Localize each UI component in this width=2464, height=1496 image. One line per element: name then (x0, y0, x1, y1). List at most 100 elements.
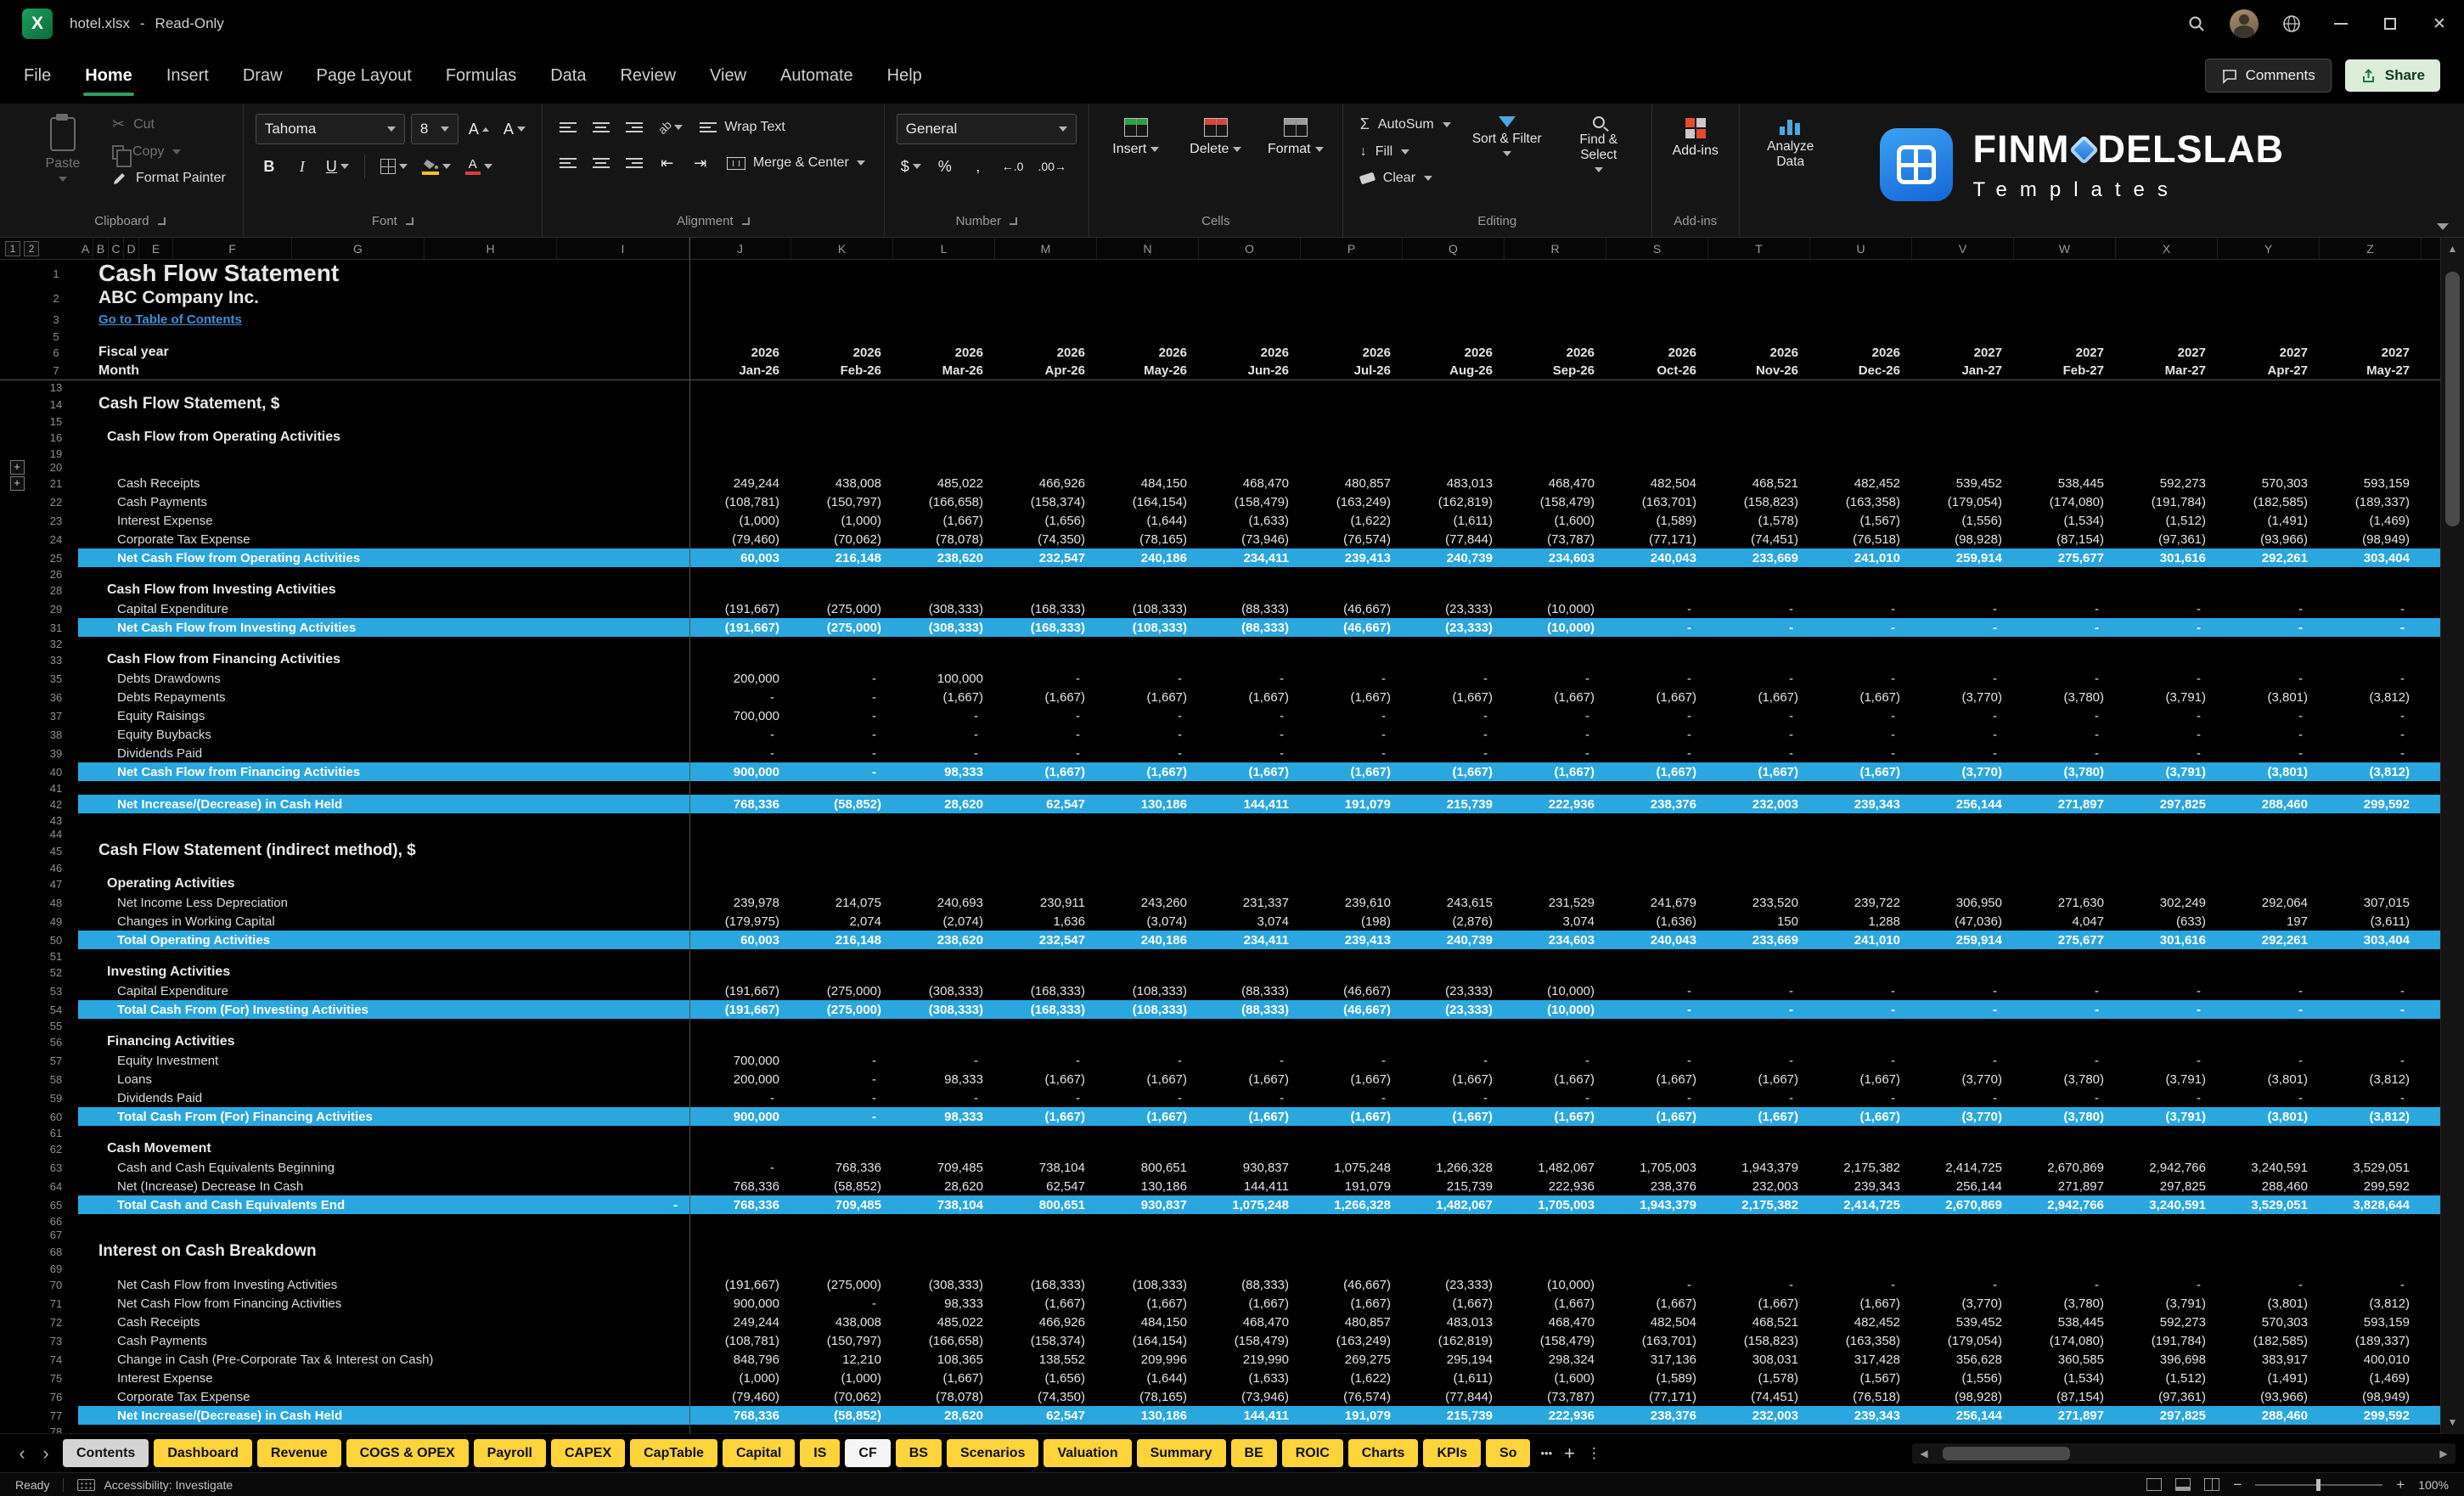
cell[interactable]: (77,171) (1606, 530, 1708, 548)
cell[interactable]: (3,611) (2320, 912, 2422, 931)
cell[interactable]: (3,780) (2014, 1107, 2116, 1126)
cell[interactable]: (1,512) (2116, 511, 2218, 530)
cell[interactable]: (1,667) (1097, 762, 1199, 781)
zoom-out-button[interactable]: − (2233, 1476, 2242, 1493)
cell[interactable]: - (791, 744, 893, 762)
cell[interactable]: 468,470 (1505, 1313, 1606, 1331)
cell[interactable]: (1,667) (1097, 1107, 1199, 1126)
cell[interactable]: (1,667) (1708, 1107, 1810, 1126)
cell[interactable]: 288,460 (2218, 1177, 2320, 1195)
cell[interactable]: (1,667) (1810, 688, 1912, 706)
cell-label[interactable]: Net Income Less Depreciation (78, 893, 689, 912)
cell[interactable]: - (1199, 725, 1301, 744)
cell-label[interactable]: Go to Table of Contents (78, 309, 689, 329)
cell[interactable]: (3,801) (2218, 1294, 2320, 1313)
cell[interactable]: (275,000) (791, 1000, 893, 1019)
cell[interactable]: 234,603 (1505, 931, 1606, 949)
cell[interactable]: (10,000) (1505, 1000, 1606, 1019)
row-number-69[interactable]: 69 (34, 1263, 78, 1275)
cell[interactable]: (158,479) (1505, 1331, 1606, 1350)
cell[interactable]: - (2116, 744, 2218, 762)
cell[interactable]: (70,062) (791, 1387, 893, 1406)
cell-label[interactable] (78, 567, 689, 581)
comments-button[interactable]: Comments (2204, 59, 2332, 93)
cell[interactable]: 2026 (893, 343, 995, 362)
font-size-select[interactable]: 8 (410, 114, 458, 144)
column-header-D[interactable]: D (124, 238, 139, 259)
cell[interactable]: 483,013 (1403, 1313, 1505, 1331)
menu-data[interactable]: Data (550, 48, 586, 104)
cell[interactable]: (150,797) (791, 1331, 893, 1350)
cell[interactable]: (73,787) (1505, 530, 1606, 548)
cell[interactable]: 243,615 (1403, 893, 1505, 912)
cell[interactable]: - (2014, 1000, 2116, 1019)
cell[interactable]: (1,578) (1708, 1369, 1810, 1387)
cell[interactable]: 4,047 (2014, 912, 2116, 931)
cell-label[interactable]: Financing Activities (78, 1032, 689, 1051)
cell[interactable]: - (1606, 981, 1708, 1000)
sheet-tab-valuation[interactable]: Valuation (1044, 1439, 1132, 1467)
cell[interactable]: (1,556) (1912, 1369, 2014, 1387)
sheet-tab-is[interactable]: IS (800, 1439, 841, 1467)
tab-scroll-left-button[interactable]: ‹ (10, 1443, 34, 1465)
orientation-button[interactable]: ab (654, 114, 688, 141)
cell[interactable]: (158,374) (995, 492, 1097, 511)
cell[interactable]: 592,273 (2116, 1313, 2218, 1331)
cell[interactable]: (1,667) (1403, 1070, 1505, 1088)
cell-label[interactable] (78, 1228, 689, 1241)
cell-label[interactable]: Net (Increase) Decrease In Cash (78, 1177, 689, 1195)
row-number-14[interactable]: 14 (34, 398, 78, 411)
cell-label[interactable]: Cash Flow Statement (78, 260, 689, 287)
cell[interactable]: - (1097, 706, 1199, 725)
font-color-button[interactable]: A (461, 153, 497, 180)
cell[interactable]: 468,470 (1199, 474, 1301, 492)
cell[interactable]: (1,589) (1606, 511, 1708, 530)
cell[interactable]: (3,791) (2116, 1294, 2218, 1313)
align-center-button[interactable] (588, 149, 615, 177)
cell[interactable]: 3,074 (1505, 912, 1606, 931)
cell[interactable]: (275,000) (791, 1275, 893, 1294)
column-header-W[interactable]: W (2014, 238, 2116, 259)
cell[interactable]: 222,936 (1505, 1406, 1606, 1425)
cell[interactable]: 3,074 (1199, 912, 1301, 931)
cell[interactable]: - (1912, 1000, 2014, 1019)
cell[interactable]: (179,975) (689, 912, 791, 931)
cell[interactable]: 62,547 (995, 1177, 1097, 1195)
cell[interactable]: 317,136 (1606, 1350, 1708, 1369)
cell[interactable]: 271,630 (2014, 893, 2116, 912)
row-number-15[interactable]: 15 (34, 415, 78, 428)
cell[interactable]: Apr-27 (2218, 362, 2320, 380)
sheet-tab-charts[interactable]: Charts (1347, 1439, 1419, 1467)
cell[interactable]: (168,333) (995, 1275, 1097, 1294)
cell[interactable]: (198) (1301, 912, 1403, 931)
cell[interactable]: (1,567) (1810, 1369, 1912, 1387)
cell[interactable]: 238,376 (1606, 1406, 1708, 1425)
row-number-46[interactable]: 46 (34, 862, 78, 875)
cell[interactable]: (74,350) (995, 530, 1097, 548)
cell[interactable]: - (1097, 1088, 1199, 1107)
cell-label[interactable]: Net Increase/(Decrease) in Cash Held (78, 795, 689, 813)
cell[interactable]: (2,074) (893, 912, 995, 931)
row-number-28[interactable]: 28 (34, 584, 78, 597)
cell[interactable]: 275,677 (2014, 931, 2116, 949)
cell[interactable]: 2026 (1810, 343, 1912, 362)
cell[interactable]: (3,812) (2320, 688, 2422, 706)
cell[interactable]: 700,000 (689, 1051, 791, 1070)
cell[interactable]: 466,926 (995, 474, 1097, 492)
cell-label[interactable]: Interest Expense (78, 1369, 689, 1387)
row-number-62[interactable]: 62 (34, 1143, 78, 1156)
cell[interactable]: 468,521 (1708, 1313, 1810, 1331)
cell[interactable]: Jul-26 (1301, 362, 1403, 380)
row-number-77[interactable]: 77 (34, 1409, 78, 1422)
cell[interactable]: - (2014, 599, 2116, 618)
cell[interactable]: 233,520 (1708, 893, 1810, 912)
increase-indent-button[interactable]: ⇥ (687, 149, 714, 177)
cell[interactable]: 60,003 (689, 931, 791, 949)
cell[interactable]: 275,677 (2014, 548, 2116, 567)
cell[interactable]: - (689, 744, 791, 762)
cell[interactable]: (10,000) (1505, 981, 1606, 1000)
cell[interactable]: - (1912, 981, 2014, 1000)
cell-label[interactable]: Net Cash Flow from Financing Activities (78, 762, 689, 781)
cell[interactable]: 238,376 (1606, 795, 1708, 813)
cell[interactable]: - (995, 706, 1097, 725)
